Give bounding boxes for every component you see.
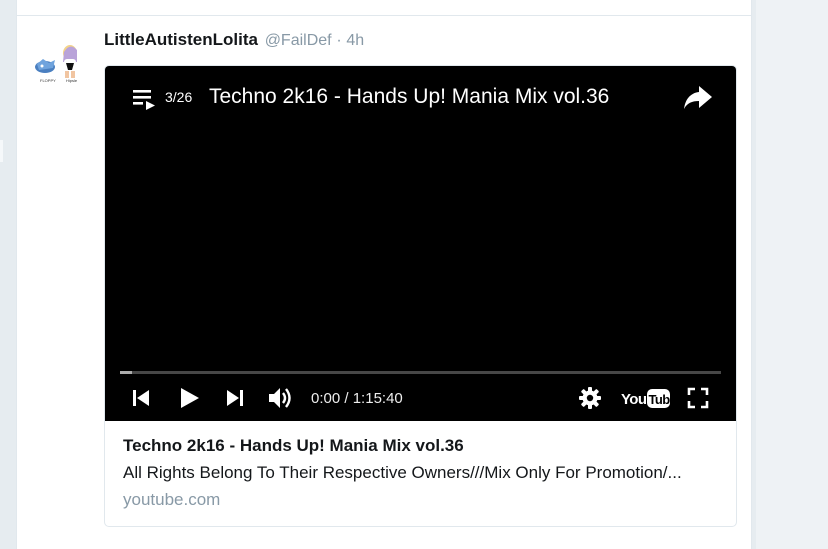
video-title[interactable]: Techno 2k16 - Hands Up! Mania Mix vol.36	[209, 83, 609, 111]
time-separator: /	[344, 390, 349, 407]
svg-text:Tube: Tube	[649, 392, 672, 407]
duration: 1:15:40	[352, 390, 403, 407]
card-description: All Rights Belong To Their Respective Ow…	[123, 463, 682, 482]
playlist-icon[interactable]	[133, 88, 157, 110]
playlist-position: 3/26	[165, 89, 193, 105]
fullscreen-button[interactable]	[686, 386, 710, 410]
skip-previous-button[interactable]	[131, 387, 151, 409]
volume-button[interactable]	[267, 385, 295, 411]
card-details[interactable]: Techno 2k16 - Hands Up! Mania Mix vol.36…	[105, 421, 736, 526]
youtube-logo-button[interactable]: You Tube	[621, 386, 671, 410]
svg-text:You: You	[621, 391, 647, 408]
avatar-caption-right: Hipsle	[66, 78, 78, 83]
left-page-notch	[0, 140, 3, 162]
tweet-timestamp[interactable]: 4h	[346, 32, 364, 49]
time-display: 0:00 / 1:15:40	[311, 389, 403, 409]
card-domain[interactable]: youtube.com	[123, 489, 220, 511]
share-icon[interactable]	[683, 84, 713, 112]
gear-icon	[579, 387, 601, 409]
tweet-header: LittleAutistenLolita @FailDef · 4h	[104, 29, 364, 51]
skip-previous-icon	[133, 390, 149, 406]
avatar-caption-left: FLOPPY	[40, 78, 56, 83]
play-button[interactable]	[177, 385, 201, 411]
settings-button[interactable]	[578, 386, 602, 410]
user-fullname[interactable]: LittleAutistenLolita	[104, 30, 258, 49]
avatar-image: FLOPPY Hipsle	[35, 45, 78, 83]
previous-tweet-edge	[17, 0, 751, 16]
video-player[interactable]: 3/26 Techno 2k16 - Hands Up! Mania Mix v…	[105, 66, 736, 421]
card-title[interactable]: Techno 2k16 - Hands Up! Mania Mix vol.36	[123, 435, 464, 457]
skip-next-icon	[227, 390, 243, 406]
youtube-logo-icon: You Tube	[621, 389, 672, 408]
current-time: 0:00	[311, 390, 341, 407]
volume-icon	[269, 388, 291, 408]
header-separator: ·	[336, 32, 342, 49]
right-rail	[752, 0, 828, 549]
progress-buffered	[120, 371, 132, 374]
fullscreen-icon	[687, 387, 709, 409]
skip-next-button[interactable]	[225, 387, 245, 409]
user-handle[interactable]: @FailDef	[265, 32, 332, 49]
play-icon	[181, 388, 199, 408]
progress-bar[interactable]	[120, 371, 721, 374]
user-avatar[interactable]: FLOPPY Hipsle	[33, 40, 87, 86]
media-card[interactable]: 3/26 Techno 2k16 - Hands Up! Mania Mix v…	[104, 65, 737, 527]
right-rail-edge	[752, 0, 756, 549]
